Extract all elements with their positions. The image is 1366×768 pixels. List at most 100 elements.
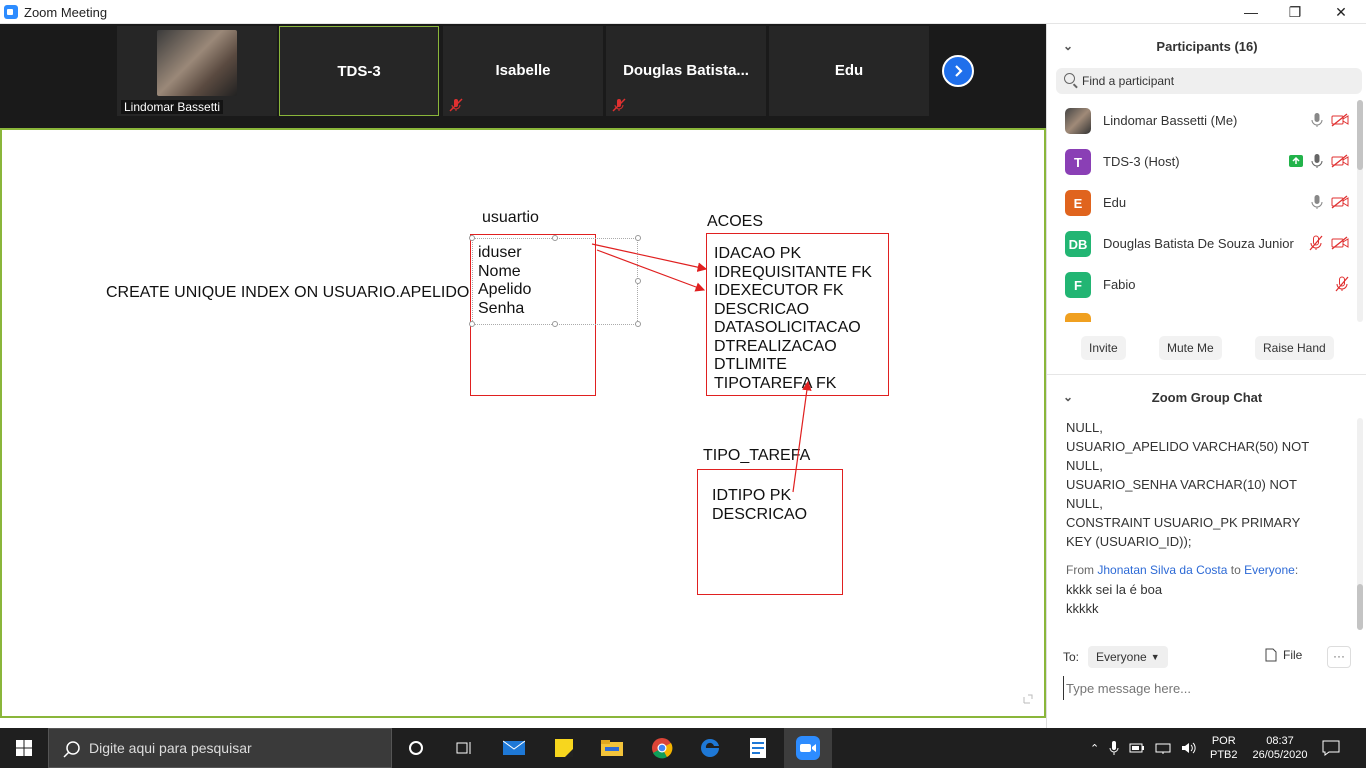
search-placeholder: Find a participant <box>1082 74 1175 88</box>
clock-date: 26/05/2020 <box>1252 749 1308 761</box>
video-tile-isabelle[interactable]: Isabelle <box>443 26 603 116</box>
video-tile-edu[interactable]: Edu <box>769 26 929 116</box>
avatar: E <box>1065 190 1091 216</box>
video-tile-tds3[interactable]: TDS-3 <box>279 26 439 116</box>
mic-on-icon[interactable] <box>1311 194 1323 210</box>
chat-message-meta: From Jhonatan Silva da Costa to Everyone… <box>1066 561 1346 580</box>
more-options-button[interactable]: ··· <box>1327 646 1351 668</box>
chat-recipient-link[interactable]: Everyone <box>1244 563 1295 577</box>
zoom-app-icon <box>4 5 18 19</box>
collapse-participants-icon[interactable]: ⌄ <box>1063 39 1073 53</box>
cortana-button[interactable] <box>392 728 440 768</box>
expand-icon[interactable] <box>1022 693 1034 705</box>
maximize-button[interactable]: ❐ <box>1272 0 1318 24</box>
video-off-icon[interactable] <box>1331 113 1349 127</box>
avatar: DB <box>1065 231 1091 257</box>
video-tile-name: Isabelle <box>495 62 551 79</box>
battery-icon[interactable] <box>1129 742 1145 754</box>
mic-muted-icon[interactable] <box>1309 235 1323 251</box>
zoom-taskbar-button[interactable] <box>784 728 832 768</box>
video-strip: Lindomar Bassetti TDS-3 Isabelle Douglas… <box>0 24 1046 128</box>
file-button[interactable]: File <box>1265 648 1302 662</box>
edge-icon <box>701 738 719 757</box>
mic-on-icon[interactable] <box>1311 112 1323 128</box>
participant-row[interactable]: F Fabio <box>1047 264 1353 305</box>
mail-app-button[interactable] <box>490 728 538 768</box>
chat-line: NULL, <box>1066 458 1103 473</box>
chat-line: CONSTRAINT USUARIO_PK PRIMARY <box>1066 515 1301 530</box>
participant-photo <box>157 30 237 96</box>
participant-search[interactable]: Find a participant <box>1056 68 1362 94</box>
folder-icon <box>601 740 623 756</box>
chat-to-word: to <box>1227 563 1245 577</box>
chat-scrollbar[interactable] <box>1357 418 1363 630</box>
edge-button[interactable] <box>686 728 734 768</box>
scrollbar-thumb[interactable] <box>1357 100 1363 170</box>
video-tile-lindomar[interactable]: Lindomar Bassetti <box>117 26 277 116</box>
window-title: Zoom Meeting <box>24 5 108 20</box>
zoom-icon <box>796 736 820 760</box>
raise-hand-button[interactable]: Raise Hand <box>1255 336 1334 360</box>
mic-muted-icon[interactable] <box>1335 276 1349 292</box>
document-app-button[interactable] <box>734 728 782 768</box>
search-icon <box>1064 73 1075 84</box>
task-view-button[interactable] <box>440 728 488 768</box>
participants-header: ⌄ Participants (16) <box>1047 26 1366 66</box>
participant-row[interactable]: DB Douglas Batista De Souza Junior <box>1047 223 1353 264</box>
chevron-up-icon[interactable]: ⌃ <box>1090 742 1099 755</box>
document-icon <box>750 738 766 758</box>
scrollbar-thumb[interactable] <box>1357 584 1363 630</box>
sticky-notes-icon <box>555 739 573 757</box>
participant-row[interactable]: T TDS-3 (Host) <box>1047 141 1353 182</box>
relation-arrows <box>591 243 812 493</box>
video-off-icon[interactable] <box>1331 195 1349 209</box>
taskbar-search[interactable]: Digite aqui para pesquisar <box>48 728 392 768</box>
language-code: POR <box>1211 735 1236 747</box>
arrow-usuario-executor <box>596 249 706 292</box>
windows-taskbar: Digite aqui para pesquisar ⌃ POR PTB2 08… <box>0 728 1366 768</box>
notifications-button[interactable] <box>1322 728 1344 768</box>
chat-line: NULL, <box>1066 496 1103 511</box>
chat-line: USUARIO_APELIDO VARCHAR(50) NOT <box>1066 439 1310 454</box>
video-off-icon[interactable] <box>1331 236 1349 250</box>
participant-row[interactable]: Lindomar Bassetti (Me) <box>1047 100 1353 141</box>
mic-on-icon[interactable] <box>1311 153 1323 169</box>
network-icon[interactable] <box>1155 741 1171 755</box>
video-tile-douglas[interactable]: Douglas Batista... <box>606 26 766 116</box>
file-explorer-button[interactable] <box>588 728 636 768</box>
participants-scrollbar[interactable] <box>1357 100 1363 322</box>
avatar <box>1065 313 1091 322</box>
clock[interactable]: 08:37 26/05/2020 <box>1250 728 1310 768</box>
close-button[interactable]: ✕ <box>1318 0 1364 24</box>
participant-list: Lindomar Bassetti (Me) T TDS-3 (Host) E … <box>1047 100 1353 322</box>
participant-row[interactable] <box>1047 305 1353 322</box>
invite-button[interactable]: Invite <box>1081 336 1126 360</box>
panel-divider <box>1047 374 1366 375</box>
recipient-select[interactable]: Everyone ▼ <box>1088 646 1168 668</box>
chat-message: kkkkk <box>1066 601 1099 616</box>
participant-name: Edu <box>1103 195 1127 210</box>
chrome-button[interactable] <box>638 728 686 768</box>
search-icon <box>63 741 80 758</box>
chrome-icon <box>652 738 673 759</box>
video-off-icon[interactable] <box>1331 154 1349 168</box>
avatar: F <box>1065 272 1091 298</box>
participant-row[interactable]: E Edu <box>1047 182 1353 223</box>
chat-message-input[interactable] <box>1063 676 1353 700</box>
clock-time: 08:37 <box>1266 735 1294 747</box>
microphone-icon[interactable] <box>1109 740 1119 756</box>
participant-name: Douglas Batista De Souza Junior <box>1103 236 1294 251</box>
notification-icon <box>1322 740 1340 756</box>
volume-icon[interactable] <box>1181 741 1197 755</box>
task-view-icon <box>456 742 471 754</box>
language-indicator[interactable]: POR PTB2 <box>1210 728 1238 768</box>
collapse-chat-icon[interactable]: ⌄ <box>1063 390 1073 404</box>
mute-me-button[interactable]: Mute Me <box>1159 336 1222 360</box>
arrow-usuario-requisitante <box>591 243 708 272</box>
sticky-notes-button[interactable] <box>540 728 588 768</box>
taskbar-search-placeholder: Digite aqui para pesquisar <box>89 740 252 756</box>
start-button[interactable] <box>0 728 48 768</box>
next-page-button[interactable] <box>942 55 974 87</box>
chat-sender-link[interactable]: Jhonatan Silva da Costa <box>1097 563 1227 577</box>
minimize-button[interactable]: — <box>1228 0 1274 24</box>
